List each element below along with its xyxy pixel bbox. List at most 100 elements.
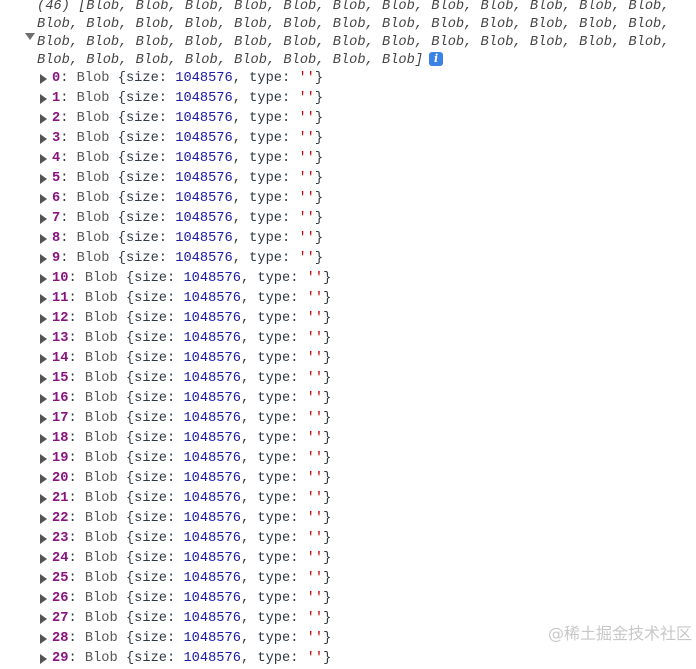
punct: , type: — [232, 231, 299, 246]
expand-triangle-icon[interactable] — [40, 314, 47, 324]
array-item-row[interactable]: 26: Blob {size: 1048576, type: ''} — [40, 589, 331, 609]
punct: } — [323, 491, 332, 506]
expand-triangle-icon[interactable] — [40, 514, 47, 524]
expand-triangle-icon[interactable] — [40, 374, 47, 384]
expand-triangle-icon[interactable] — [40, 134, 47, 144]
punct: } — [323, 391, 332, 406]
expand-triangle-icon[interactable] — [40, 654, 47, 664]
item-class: Blob — [76, 251, 110, 266]
item-type: '' — [298, 251, 315, 266]
array-item-row[interactable]: 24: Blob {size: 1048576, type: ''} — [40, 549, 331, 569]
punct: : — [68, 471, 85, 486]
punct: {size: — [117, 451, 184, 466]
array-item-row[interactable]: 21: Blob {size: 1048576, type: ''} — [40, 489, 331, 509]
expand-triangle-icon[interactable] — [40, 454, 47, 464]
expand-triangle-icon[interactable] — [40, 194, 47, 204]
punct: {size: — [109, 131, 176, 146]
punct: : — [68, 491, 85, 506]
array-summary[interactable]: (46) [Blob, Blob, Blob, Blob, Blob, Blob… — [37, 0, 669, 70]
array-item-row[interactable]: 25: Blob {size: 1048576, type: ''} — [40, 569, 331, 589]
array-item-row[interactable]: 12: Blob {size: 1048576, type: ''} — [40, 309, 331, 329]
punct: {size: — [109, 211, 176, 226]
collapse-array-toggle-icon[interactable] — [25, 33, 35, 40]
array-item-row[interactable]: 23: Blob {size: 1048576, type: ''} — [40, 529, 331, 549]
array-item-row[interactable]: 1: Blob {size: 1048576, type: ''} — [40, 89, 331, 109]
item-index: 23 — [52, 531, 69, 546]
array-item-row[interactable]: 0: Blob {size: 1048576, type: ''} — [40, 69, 331, 89]
array-item-row[interactable]: 28: Blob {size: 1048576, type: ''} — [40, 629, 331, 649]
punct: , type: — [240, 591, 307, 606]
array-item-row[interactable]: 14: Blob {size: 1048576, type: ''} — [40, 349, 331, 369]
item-class: Blob — [76, 111, 110, 126]
array-item-row[interactable]: 27: Blob {size: 1048576, type: ''} — [40, 609, 331, 629]
expand-triangle-icon[interactable] — [40, 114, 47, 124]
array-item-row[interactable]: 17: Blob {size: 1048576, type: ''} — [40, 409, 331, 429]
expand-triangle-icon[interactable] — [40, 334, 47, 344]
array-item-row[interactable]: 9: Blob {size: 1048576, type: ''} — [40, 249, 331, 269]
array-item-row[interactable]: 15: Blob {size: 1048576, type: ''} — [40, 369, 331, 389]
expand-triangle-icon[interactable] — [40, 74, 47, 84]
array-item-row[interactable]: 4: Blob {size: 1048576, type: ''} — [40, 149, 331, 169]
punct: } — [323, 571, 332, 586]
expand-triangle-icon[interactable] — [40, 394, 47, 404]
item-index: 24 — [52, 551, 69, 566]
punct: {size: — [117, 471, 184, 486]
item-size: 1048576 — [183, 611, 241, 626]
punct: : — [68, 551, 85, 566]
expand-triangle-icon[interactable] — [40, 174, 47, 184]
item-class: Blob — [84, 651, 118, 666]
array-item-row[interactable]: 8: Blob {size: 1048576, type: ''} — [40, 229, 331, 249]
item-size: 1048576 — [183, 491, 241, 506]
expand-triangle-icon[interactable] — [40, 554, 47, 564]
array-summary-line: (46) [Blob, Blob, Blob, Blob, Blob, Blob… — [37, 0, 670, 14]
item-class: Blob — [84, 271, 118, 286]
punct: , type: — [240, 631, 307, 646]
array-item-row[interactable]: 10: Blob {size: 1048576, type: ''} — [40, 269, 331, 289]
array-item-row[interactable]: 22: Blob {size: 1048576, type: ''} — [40, 509, 331, 529]
item-class: Blob — [84, 391, 118, 406]
array-item-row[interactable]: 13: Blob {size: 1048576, type: ''} — [40, 329, 331, 349]
expand-triangle-icon[interactable] — [40, 474, 47, 484]
array-item-row[interactable]: 19: Blob {size: 1048576, type: ''} — [40, 449, 331, 469]
punct: : — [68, 591, 85, 606]
array-item-row[interactable]: 6: Blob {size: 1048576, type: ''} — [40, 189, 331, 209]
item-class: Blob — [84, 331, 118, 346]
array-item-row[interactable]: 2: Blob {size: 1048576, type: ''} — [40, 109, 331, 129]
expand-triangle-icon[interactable] — [40, 494, 47, 504]
expand-triangle-icon[interactable] — [40, 254, 47, 264]
expand-triangle-icon[interactable] — [40, 354, 47, 364]
expand-triangle-icon[interactable] — [40, 414, 47, 424]
expand-triangle-icon[interactable] — [40, 154, 47, 164]
item-size: 1048576 — [183, 311, 241, 326]
expand-triangle-icon[interactable] — [40, 234, 47, 244]
array-item-row[interactable]: 11: Blob {size: 1048576, type: ''} — [40, 289, 331, 309]
item-type: '' — [306, 471, 324, 486]
punct: , type: — [232, 251, 299, 266]
expand-triangle-icon[interactable] — [40, 294, 47, 304]
expand-triangle-icon[interactable] — [40, 434, 47, 444]
array-item-row[interactable]: 7: Blob {size: 1048576, type: ''} — [40, 209, 331, 229]
item-size: 1048576 — [183, 651, 241, 666]
item-type: '' — [298, 111, 315, 126]
punct: , type: — [232, 131, 299, 146]
array-item-row[interactable]: 5: Blob {size: 1048576, type: ''} — [40, 169, 331, 189]
expand-triangle-icon[interactable] — [40, 214, 47, 224]
item-size: 1048576 — [183, 431, 241, 446]
punct: } — [323, 411, 332, 426]
info-icon[interactable]: i — [429, 52, 444, 66]
expand-triangle-icon[interactable] — [40, 274, 47, 284]
array-item-row[interactable]: 16: Blob {size: 1048576, type: ''} — [40, 389, 331, 409]
array-item-row[interactable]: 18: Blob {size: 1048576, type: ''} — [40, 429, 331, 449]
array-item-row[interactable]: 20: Blob {size: 1048576, type: ''} — [40, 469, 331, 489]
expand-triangle-icon[interactable] — [40, 94, 47, 104]
item-index: 15 — [52, 371, 69, 386]
expand-triangle-icon[interactable] — [40, 634, 47, 644]
punct: } — [314, 211, 324, 226]
expand-triangle-icon[interactable] — [40, 594, 47, 604]
expand-triangle-icon[interactable] — [40, 614, 47, 624]
expand-triangle-icon[interactable] — [40, 574, 47, 584]
expand-triangle-icon[interactable] — [40, 534, 47, 544]
array-item-row[interactable]: 29: Blob {size: 1048576, type: ''} — [40, 649, 331, 669]
item-type: '' — [306, 371, 324, 386]
array-item-row[interactable]: 3: Blob {size: 1048576, type: ''} — [40, 129, 331, 149]
